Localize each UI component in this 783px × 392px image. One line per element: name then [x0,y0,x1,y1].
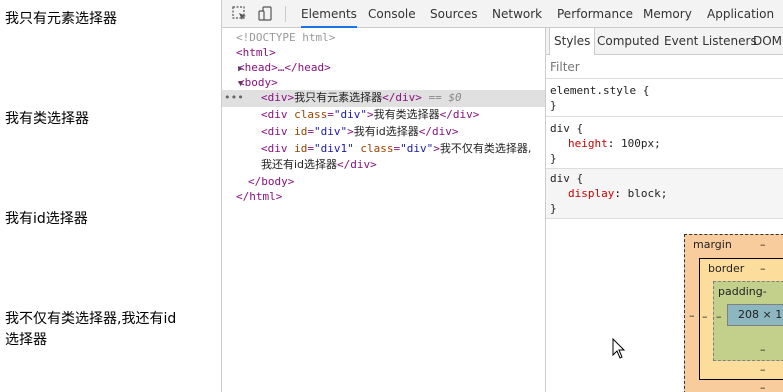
div2-close: </div> [439,108,480,121]
styles-filter [546,55,783,79]
div-class-and-id-line2: 选择器 [5,332,47,348]
div1-close: </div> [382,91,422,104]
subtab-event-listeners[interactable]: Event Listeners [664,28,757,55]
tab-console[interactable]: Console [368,0,416,28]
subtab-dom[interactable]: DOM [753,28,782,55]
margin-top-value: – [760,238,766,251]
rule-selector: element.style { [550,84,650,97]
doctype-text: <!DOCTYPE html> [236,31,336,44]
div3-id-value: "div" [314,125,348,138]
padding-bottom-value: – [760,343,766,356]
div4-attr-id: id [294,142,308,155]
head-collapsed: <head>…</head> [238,61,331,74]
html-open-tag: <html> [236,46,276,59]
div3-open-start: <div [261,125,295,138]
div4-text-a: 我不仅有类选择器, [439,142,532,155]
div-element-selector: 我只有元素选择器 [5,11,117,27]
dom-div3[interactable]: <div id="div">我有id选择器</div> [222,124,545,141]
mouse-cursor-icon [612,338,626,359]
dom-div1-selected[interactable]: ••• <div>我只有元素选择器</div> == $0 [222,90,545,107]
div4-attr-class: class [360,142,394,155]
div-class-selector: 我有类选择器 [5,111,89,127]
rule-close: } [550,99,557,112]
div4-open-end: > [433,142,440,155]
tab-application[interactable]: Application [707,0,774,28]
css-value: 100px; [621,137,661,150]
margin-bottom-value: – [760,381,766,392]
styles-subtabs: Styles Computed Event Listeners DOM [546,28,783,55]
dom-div4[interactable]: <div id="div1" class="div">我不仅有类选择器, [222,141,545,158]
rule-div-display[interactable]: div { display: block; } [546,169,783,219]
page-preview: 我只有元素选择器 我有类选择器 我有id选择器 我不仅有类选择器,我还有id 选… [0,0,221,392]
div4-id-value: "div1" [314,142,354,155]
html-close-tag: </html> [236,190,283,203]
rule-declaration: display: block; [568,187,668,200]
device-toggle-icon[interactable] [256,4,276,24]
div2-attr-class: class [294,108,328,121]
tab-network[interactable]: Network [492,0,542,28]
dom-div4-wrap[interactable]: 我还有id选择器</div> [222,157,545,174]
devtools-panel: Elements Console Sources Network Perform… [221,0,783,392]
content-size: 208 × 100 [738,308,783,321]
padding-left-value: – [716,310,722,323]
dom-div2[interactable]: <div class="div">我有类选择器</div> [222,107,545,124]
border-left-value: – [702,310,708,323]
div-id-selector: 我有id选择器 [5,211,88,227]
elements-tree: <!DOCTYPE html> <html> ▶<head>…</head> ▼… [222,28,545,392]
tab-performance[interactable]: Performance [557,0,633,28]
subtab-computed[interactable]: Computed [597,28,659,55]
selected-marker: == $0 [428,91,462,104]
body-close-tag: </body> [248,175,295,188]
rule-div-height[interactable]: div { height: 100px; } [546,117,783,169]
div2-eq: = [327,108,334,121]
div1-text: 我只有元素选择器 [294,91,383,104]
padding-label: padding- [718,285,767,298]
box-model-content[interactable]: 208 × 100 [727,304,783,326]
border-top-value: – [760,262,766,275]
div4-open-start: <div [261,142,295,155]
div2-text: 我有类选择器 [373,108,440,121]
subtab-styles[interactable]: Styles [549,28,596,55]
tab-sources[interactable]: Sources [430,0,477,28]
more-actions-icon[interactable]: ••• [224,90,244,106]
div4-class-value: "div" [400,142,434,155]
rule-declaration[interactable]: height: 100px; [550,136,783,151]
border-bottom-value: – [760,363,766,376]
margin-label: margin [693,238,732,251]
div4-close: </div> [337,158,377,171]
dom-html-close[interactable]: </html> [222,189,545,206]
div-class-and-id-selector: 我不仅有类选择器,我还有id 选择器 [5,309,215,351]
border-label: border [708,262,745,275]
devtools-tabbar: Elements Console Sources Network Perform… [222,0,783,28]
css-value: block; [627,187,668,200]
body-open-tag: <body> [238,76,278,89]
div4-text-b: 我还有id选择器 [261,158,338,171]
div4-eq1: = [307,142,314,155]
div3-close: </div> [418,125,459,138]
div2-open-end: > [367,108,374,121]
css-property: display [568,187,615,200]
div3-text: 我有id选择器 [353,125,419,138]
margin-left-value: – [689,309,695,322]
rule-selector: div { [550,172,584,185]
div-class-and-id-line1: 我不仅有类选择器,我还有id [5,311,177,327]
toolbar-separator [285,6,286,22]
div3-eq: = [307,125,314,138]
rule-close: } [550,202,557,215]
styles-pane: Styles Computed Event Listeners DOM elem… [545,28,783,392]
css-property: height [568,137,608,150]
inspect-icon[interactable] [230,4,250,24]
div3-open-end: > [347,125,354,138]
filter-input[interactable] [550,58,770,76]
rule-element-style[interactable]: element.style { } [546,81,783,117]
div2-class-value: "div" [333,108,367,121]
div2-open-start: <div [261,108,295,121]
rule-selector: div { [550,122,584,135]
tab-memory[interactable]: Memory [643,0,692,28]
div3-attr-id: id [294,125,308,138]
rule-close: } [550,152,557,165]
tab-elements[interactable]: Elements [301,0,357,28]
